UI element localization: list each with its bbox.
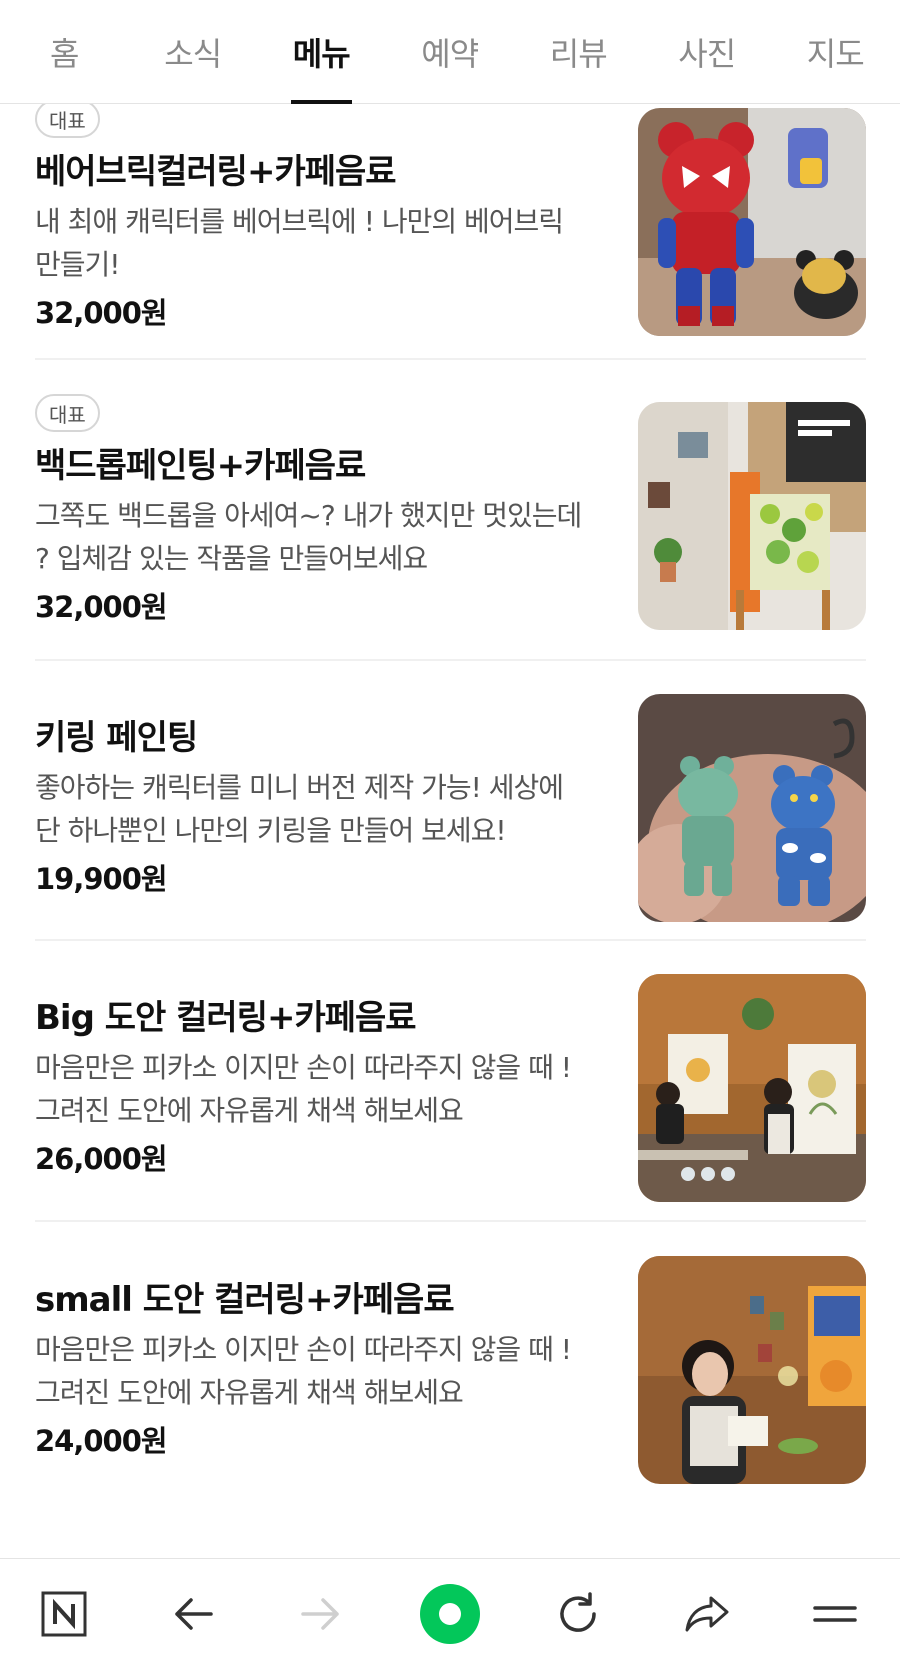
tab-news[interactable]: 소식 [129, 0, 258, 104]
tab-home[interactable]: 홈 [0, 0, 129, 104]
refresh-icon [560, 1591, 597, 1632]
menu-item-name: 키링 페인팅 [35, 718, 198, 758]
menu-item-description: 좋아하는 캐릭터를 미니 버전 제작 가능! 세상에 단 하나뿐인 나만의 키링… [35, 771, 564, 847]
tab-reservation[interactable]: 예약 [386, 0, 515, 104]
forward-button[interactable] [257, 1559, 386, 1668]
top-tab-bar: 홈 소식 메뉴 예약 리뷰 사진 지도 [0, 0, 900, 104]
menu-icon [813, 1605, 857, 1622]
menu-item-name: Big 도안 컬러링+카페음료 [35, 998, 417, 1038]
divider [35, 939, 866, 941]
representative-badge: 대표 [35, 394, 100, 432]
tab-menu[interactable]: 메뉴 [257, 0, 386, 104]
menu-item-photo[interactable] [638, 108, 866, 336]
naver-n-icon [41, 1591, 87, 1636]
menu-item-price: 24,000원 [35, 1424, 168, 1458]
tab-label: 메뉴 [292, 35, 351, 73]
green-dot-button[interactable] [386, 1559, 515, 1668]
spiderman-bearbrick-photo [638, 108, 866, 336]
tab-map[interactable]: 지도 [771, 0, 900, 104]
easel-coloring-photo [638, 974, 866, 1202]
menu-item-description: 마음만은 피카소 이지만 손이 따라주지 않을 때 ! 그려진 도안에 자유롭게… [35, 1333, 572, 1409]
menu-item-price: 26,000원 [35, 1142, 168, 1176]
tab-label: 소식 [164, 35, 222, 73]
back-arrow-icon [175, 1597, 213, 1630]
tab-label: 리뷰 [549, 35, 608, 73]
keyring-bears-photo [638, 694, 866, 922]
naver-home-button[interactable] [0, 1559, 129, 1668]
menu-item-description: 마음만은 피카소 이지만 손이 따라주지 않을 때 ! 그려진 도안에 자유롭게… [35, 1051, 572, 1127]
menu-item-price: 19,900원 [35, 862, 168, 896]
menu-item-photo[interactable] [638, 694, 866, 922]
menu-item-description: 내 최애 캐릭터를 베어브릭에 ! 나만의 베어브릭 만들기! [35, 205, 564, 281]
divider [35, 659, 866, 661]
share-icon [685, 1596, 729, 1631]
menu-item-photo[interactable] [638, 974, 866, 1202]
divider [35, 358, 866, 360]
small-coloring-photo [638, 1256, 866, 1484]
representative-badge: 대표 [35, 104, 100, 138]
backdrop-painting-shop-photo [638, 402, 866, 630]
tab-label: 지도 [806, 35, 865, 73]
tab-label: 사진 [678, 35, 736, 73]
menu-item[interactable]: 대표 백드롭페인팅+카페음료 그쪽도 백드롭을 아세여~? 내가 했지만 멋있는… [35, 394, 866, 694]
menu-item[interactable]: 키링 페인팅 좋아하는 캐릭터를 미니 버전 제작 가능! 세상에 단 하나뿐인… [35, 694, 866, 954]
back-button[interactable] [129, 1559, 258, 1668]
menu-item[interactable]: small 도안 컬러링+카페음료 마음만은 피카소 이지만 손이 따라주지 않… [35, 1256, 866, 1558]
divider [35, 1220, 866, 1222]
menu-item-name: 베어브릭컬러링+카페음료 [35, 152, 397, 192]
menu-item-name: small 도안 컬러링+카페음료 [35, 1280, 455, 1320]
menu-item-photo[interactable] [638, 402, 866, 630]
refresh-button[interactable] [514, 1559, 643, 1668]
menu-item-description: 그쪽도 백드롭을 아세여~? 내가 했지만 멋있는데 ? 입체감 있는 작품을 … [35, 499, 582, 575]
menu-item-name: 백드롭페인팅+카페음료 [35, 446, 366, 486]
menu-list: 대표 베어브릭컬러링+카페음료 내 최애 캐릭터를 베어브릭에 ! 나만의 베어… [0, 104, 900, 1558]
forward-arrow-icon [301, 1597, 339, 1630]
menu-item[interactable]: Big 도안 컬러링+카페음료 마음만은 피카소 이지만 손이 따라주지 않을 … [35, 974, 866, 1234]
tab-photo[interactable]: 사진 [643, 0, 772, 104]
tab-label: 예약 [421, 35, 479, 73]
browser-bottom-bar [0, 1558, 900, 1668]
menu-item-price: 32,000원 [35, 296, 168, 330]
menu-button[interactable] [771, 1559, 900, 1668]
menu-item-photo[interactable] [638, 1256, 866, 1484]
tab-label: 홈 [50, 35, 79, 73]
share-button[interactable] [643, 1559, 772, 1668]
green-dot-home-icon [419, 1583, 480, 1644]
tab-review[interactable]: 리뷰 [514, 0, 643, 104]
menu-item-price: 32,000원 [35, 590, 168, 624]
